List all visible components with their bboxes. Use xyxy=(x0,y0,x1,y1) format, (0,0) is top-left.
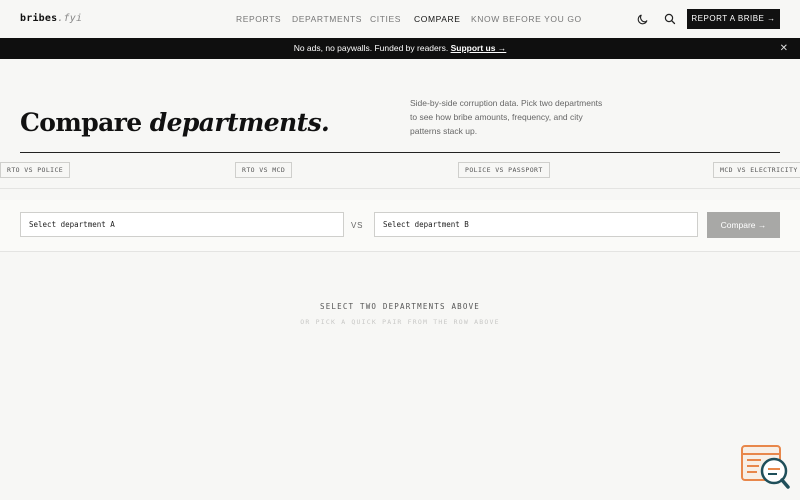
quick-pair-mcd-vs-electricity[interactable]: MCD VS ELECTRICITY xyxy=(713,162,800,178)
logo-main: bribes xyxy=(20,13,58,24)
nav-departments[interactable]: DEPARTMENTS xyxy=(292,14,362,24)
page-title-plain: Compare xyxy=(20,108,142,137)
quick-pair-police-vs-passport[interactable]: POLICE VS PASSPORT xyxy=(458,162,550,178)
quick-pairs-strip: RTO VS POLICE RTO VS MCD POLICE VS PASSP… xyxy=(0,153,800,189)
close-icon[interactable]: ✕ xyxy=(780,38,788,59)
site-header: bribes.fyi REPORTS DEPARTMENTS CITIES CO… xyxy=(0,0,800,38)
banner-text: No ads, no paywalls. Funded by readers. xyxy=(293,43,449,53)
site-logo[interactable]: bribes.fyi xyxy=(20,13,82,24)
support-link[interactable]: Support us → xyxy=(451,43,507,53)
empty-state-subtitle: OR PICK A QUICK PAIR FROM THE ROW ABOVE xyxy=(300,318,500,326)
department-a-select[interactable]: Select department A xyxy=(20,212,344,237)
moon-icon[interactable] xyxy=(636,12,650,26)
compare-controls: Select department A VS Select department… xyxy=(0,200,800,252)
report-bribe-button[interactable]: REPORT A BRIBE → xyxy=(687,9,780,29)
page-description: Side-by-side corruption data. Pick two d… xyxy=(410,98,603,136)
logo-tld: .fyi xyxy=(57,13,83,24)
nav-cities[interactable]: CITIES xyxy=(370,14,401,24)
vs-label: VS xyxy=(351,221,364,230)
department-b-select[interactable]: Select department B xyxy=(374,212,698,237)
compare-button[interactable]: Compare → xyxy=(707,212,780,238)
nav-compare[interactable]: COMPARE xyxy=(414,14,461,24)
empty-state-title: SELECT TWO DEPARTMENTS ABOVE xyxy=(319,302,481,311)
feedback-widget-icon[interactable] xyxy=(741,444,791,490)
page-title-italic: departments. xyxy=(149,108,330,137)
nav-know-before-you-go[interactable]: KNOW BEFORE YOU GO xyxy=(471,14,582,24)
quick-pair-rto-vs-police[interactable]: RTO VS POLICE xyxy=(0,162,71,178)
page-title: Compare departments. xyxy=(20,108,330,137)
search-icon[interactable] xyxy=(663,12,677,26)
nav-reports[interactable]: REPORTS xyxy=(236,14,281,24)
quick-pair-rto-vs-mcd[interactable]: RTO VS MCD xyxy=(235,162,293,178)
support-banner: No ads, no paywalls. Funded by readers. … xyxy=(0,38,800,59)
